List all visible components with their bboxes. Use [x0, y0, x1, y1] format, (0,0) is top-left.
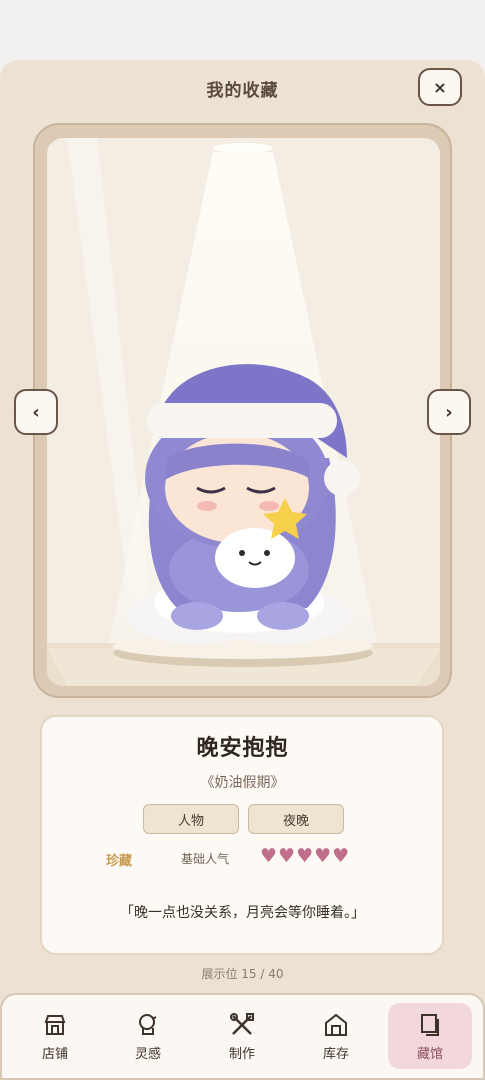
tab-label: 店铺 [41, 1046, 68, 1062]
display-glass [47, 138, 440, 686]
tab-inventory[interactable]: 库存 [296, 1003, 376, 1069]
popularity-hearts: ♥♥♥♥♥ [260, 845, 351, 867]
tab-label: 库存 [322, 1046, 349, 1062]
prev-button[interactable]: ‹ [14, 389, 58, 435]
chevron-left-icon: ‹ [32, 401, 40, 423]
next-button[interactable]: › [427, 389, 471, 435]
close-button[interactable]: × [418, 68, 462, 106]
tab-label: 制作 [228, 1046, 255, 1062]
shop-icon [44, 1014, 66, 1035]
chevron-right-icon: › [445, 401, 453, 423]
popularity-label: 基础人气 [181, 852, 230, 866]
gallery-icon [421, 1013, 439, 1036]
figure [127, 364, 360, 644]
rarity-label: 珍藏 [106, 854, 133, 869]
status-area [0, 0, 485, 62]
tab-craft[interactable]: 制作 [202, 1003, 282, 1069]
tab-gallery[interactable]: 藏馆 [388, 1003, 472, 1069]
tag-character: 人物 [143, 804, 239, 834]
item-series: 《奶油假期》 [200, 775, 285, 791]
tab-inspiration[interactable]: 灵感 [108, 1003, 188, 1069]
page-title: 我的收藏 [206, 81, 279, 101]
tab-shop[interactable]: 店铺 [15, 1003, 95, 1069]
item-quote: 「晚一点也没关系，月亮会等你睡着。」 [120, 905, 365, 921]
tab-label: 灵感 [134, 1046, 161, 1062]
warehouse-icon [325, 1013, 347, 1036]
display-scene [47, 138, 440, 686]
tools-icon [230, 1012, 254, 1035]
tag-night: 夜晚 [248, 804, 344, 834]
item-name: 晚安抱抱 [196, 736, 289, 761]
idea-icon [139, 1013, 157, 1035]
spotlight [213, 143, 273, 153]
close-icon: × [433, 77, 447, 97]
tab-label: 藏馆 [416, 1046, 443, 1062]
display-slot: 展示位 15 / 40 [201, 967, 284, 981]
